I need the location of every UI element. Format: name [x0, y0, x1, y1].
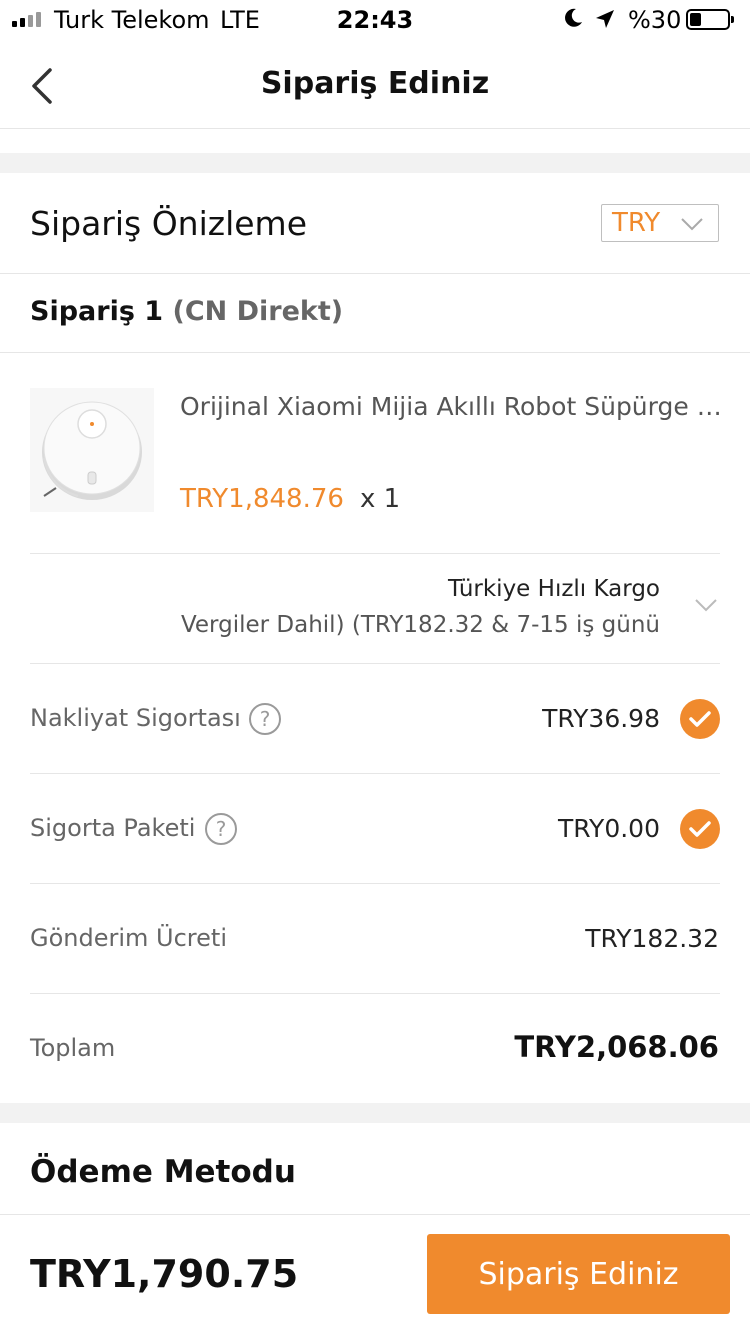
chevron-down-icon — [681, 218, 703, 231]
shipping-method-selector[interactable] — [0, 554, 750, 662]
moon-icon — [565, 8, 582, 27]
product-name[interactable]: Orijinal Xiaomi Mijia Akıllı Robot Süpür… — [180, 392, 730, 421]
battery-fill — [690, 13, 701, 26]
divider — [30, 773, 720, 774]
shipping-insurance-label: Nakliyat Sigortası — [30, 704, 241, 732]
insurance-package-value: TRY0.00 — [558, 814, 660, 843]
order-number: Sipariş 1 — [30, 296, 164, 327]
shipping-fee-value: TRY182.32 — [585, 924, 719, 953]
section-gap — [0, 1103, 750, 1123]
order-source: (CN Direkt) — [172, 296, 344, 327]
divider — [0, 352, 750, 353]
insurance-package-label: Sigorta Paketi — [30, 814, 196, 842]
order-label: Sipariş 1 (CN Direkt) — [30, 296, 343, 327]
insurance-package-checkbox[interactable] — [680, 809, 720, 849]
chevron-down-icon[interactable] — [694, 598, 718, 612]
divider — [30, 883, 720, 884]
page-title: Sipariş Ediniz — [260, 66, 490, 101]
battery-icon — [686, 9, 734, 30]
shipping-fee-label: Gönderim Ücreti — [30, 924, 227, 952]
shipping-method-name: Türkiye Hızlı Kargo — [447, 576, 660, 602]
bottom-total-price: TRY1,790.75 — [30, 1252, 299, 1296]
nav-bar: Sipariş Ediniz — [0, 40, 750, 129]
product-quantity: x 1 — [360, 484, 401, 514]
checkmark-icon — [689, 711, 711, 727]
help-icon[interactable]: ? — [249, 703, 281, 735]
shipping-insurance-checkbox[interactable] — [680, 699, 720, 739]
help-icon[interactable]: ? — [205, 813, 237, 845]
shipping-method-detail: Vergiler Dahil) (TRY182.32 & 7-15 iş gün… — [180, 612, 660, 638]
currency-value: TRY — [612, 208, 661, 238]
divider — [30, 663, 720, 664]
divider — [0, 273, 750, 274]
currency-select[interactable]: TRY — [601, 204, 719, 242]
product-price: TRY1,848.76 — [180, 484, 344, 514]
robot-vacuum-image — [42, 401, 142, 500]
location-arrow-icon — [596, 10, 614, 28]
total-value: TRY2,068.06 — [514, 1030, 719, 1064]
place-order-button[interactable]: Sipariş Ediniz — [427, 1234, 730, 1314]
battery-percent: %30 — [628, 6, 682, 34]
divider — [30, 993, 720, 994]
product-image[interactable] — [30, 388, 154, 512]
shipping-insurance-value: TRY36.98 — [542, 704, 660, 733]
total-label: Toplam — [30, 1034, 116, 1062]
section-gap — [0, 153, 750, 173]
payment-method-title: Ödeme Metodu — [30, 1154, 296, 1190]
order-preview-title: Sipariş Önizleme — [30, 204, 308, 243]
checkmark-icon — [689, 821, 711, 837]
status-bar: Turk Telekom LTE 22:43 %30 — [0, 0, 750, 40]
